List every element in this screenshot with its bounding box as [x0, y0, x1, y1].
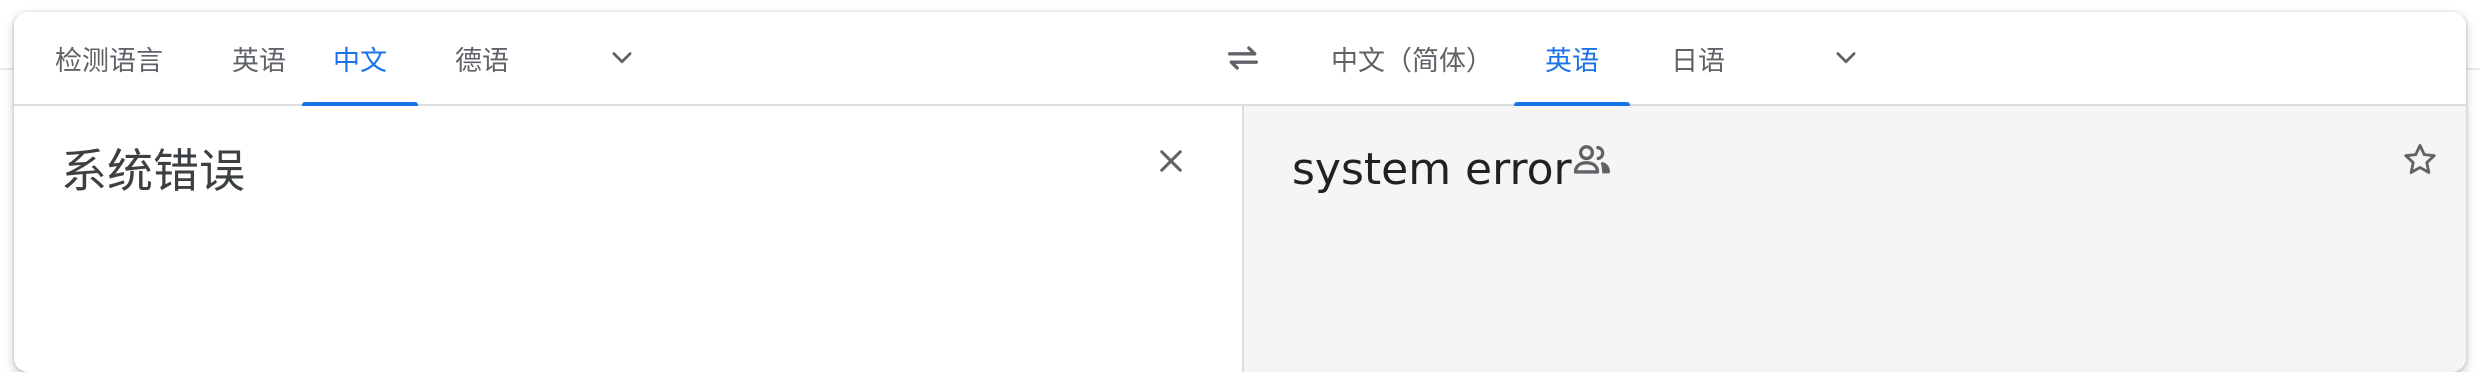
source-more-languages-button[interactable] [598, 34, 646, 82]
tab-target-japanese[interactable]: 日语 [1650, 12, 1746, 104]
source-text[interactable]: 系统错误 [61, 148, 245, 194]
language-bar: 检测语言 英语 中文 德语 中文（简体） 英语 日语 [14, 12, 2466, 106]
tab-source-german[interactable]: 德语 [432, 12, 532, 104]
translation-text: system error [1292, 144, 1572, 195]
star-outline-icon [2404, 144, 2436, 174]
chevron-down-icon [1836, 52, 1856, 64]
target-more-languages-button[interactable] [1822, 34, 1870, 82]
people-icon [1573, 145, 1610, 174]
tab-detect-language[interactable]: 检测语言 [40, 12, 178, 104]
translation-area: system error [1244, 106, 2466, 372]
chevron-down-icon [612, 52, 632, 64]
translate-card: 检测语言 英语 中文 德语 中文（简体） 英语 日语 系统错误 system e… [14, 12, 2466, 372]
tab-target-english[interactable]: 英语 [1514, 12, 1630, 106]
tab-source-english[interactable]: 英语 [204, 12, 314, 104]
swap-languages-button[interactable] [1218, 34, 1268, 82]
source-text-area[interactable]: 系统错误 [14, 106, 1242, 372]
swap-arrows-icon [1228, 46, 1258, 70]
clear-source-button[interactable] [1146, 136, 1196, 186]
community-verified-button[interactable] [1566, 134, 1618, 186]
tab-target-chinese-simplified[interactable]: 中文（简体） [1314, 12, 1510, 104]
tab-source-chinese[interactable]: 中文 [302, 12, 418, 106]
close-icon [1160, 150, 1182, 172]
save-translation-button[interactable] [2394, 134, 2446, 186]
